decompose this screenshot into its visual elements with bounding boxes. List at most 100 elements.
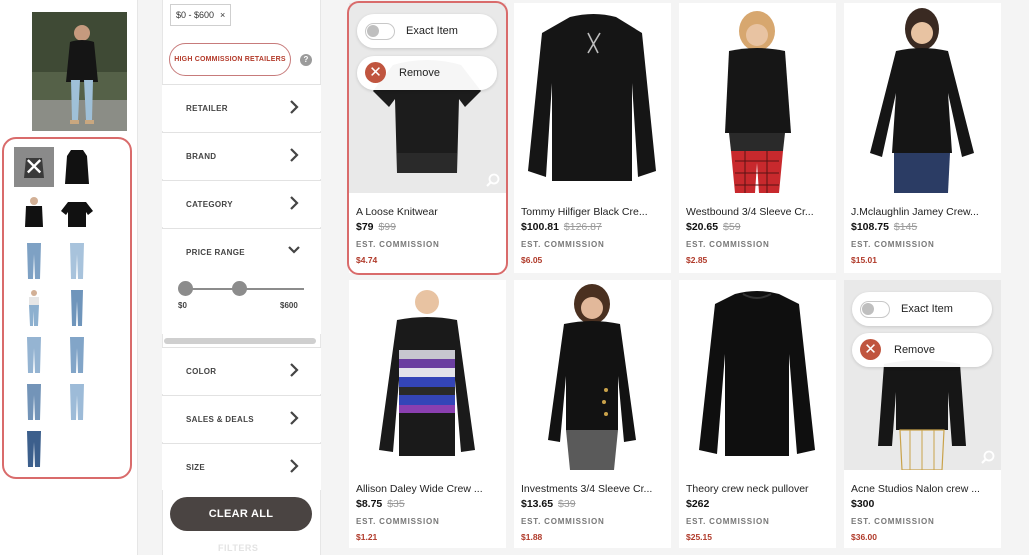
product-name[interactable]: Investments 3/4 Sleeve Cr... [521,483,664,495]
thumbnail-item[interactable] [14,335,54,375]
horizontal-scrollbar[interactable] [164,338,316,344]
thumbnail-item[interactable] [57,382,97,422]
product-price: $300 [851,498,875,510]
est-commission-label: EST. COMMISSION [851,517,935,526]
commission-value: $6.05 [521,255,543,265]
product-image[interactable] [844,3,1001,193]
original-price: $145 [893,221,918,233]
product-name[interactable]: Tommy Hilfiger Black Cre... [521,206,664,218]
price-max-label: $600 [280,301,298,310]
product-image[interactable] [679,280,836,470]
price-line: $300 [851,498,874,510]
original-price: $39 [558,498,576,510]
product-card[interactable]: Allison Daley Wide Crew ... $8.75 $35 ES… [349,280,506,548]
slider-max-handle[interactable] [232,281,247,296]
product-card[interactable]: Exact Item ✕ Remove Acne Studios Nalon c… [844,280,1001,548]
product-price: $100.81 [521,221,559,233]
product-name[interactable]: J.Mclaughlin Jamey Crew... [851,206,994,218]
product-price: $20.65 [686,221,719,233]
product-card[interactable]: Tommy Hilfiger Black Cre... $100.81 $126… [514,3,671,273]
help-icon[interactable]: ? [300,54,312,66]
thumbnail-item[interactable] [57,241,97,281]
thumbnail-item[interactable] [14,288,54,328]
chevron-right-icon [290,411,299,425]
deselect-icon[interactable]: ✕ [24,155,44,179]
filter-row-color[interactable]: COLOR [162,347,321,394]
price-range-slider[interactable]: $0 $600 [162,272,321,334]
thumbnail-selected[interactable]: ✕ [14,147,54,187]
slider-min-handle[interactable] [178,281,193,296]
filter-row-price-range[interactable]: PRICE RANGE [162,228,321,275]
filter-row-sales-deals[interactable]: SALES & DEALS [162,395,321,442]
chevron-right-icon [290,363,299,377]
price-line: $100.81 $126.87 [521,221,602,233]
product-image[interactable] [679,3,836,193]
product-image[interactable] [514,280,671,470]
high-commission-retailers-button[interactable]: HIGH COMMISSION RETAILERS [169,43,291,76]
thumbnail-item[interactable] [57,147,97,187]
filter-label: RETAILER [186,104,228,113]
est-commission-label: EST. COMMISSION [521,517,605,526]
est-commission-label: EST. COMMISSION [686,240,770,249]
price-line: $262 [686,498,709,510]
remove-label: Remove [894,344,935,356]
filter-row-size[interactable]: SIZE [162,443,321,490]
chevron-right-icon [290,100,299,114]
filter-label: SALES & DEALS [186,415,254,424]
filter-row-retailer[interactable]: RETAILER [162,84,321,131]
price-line: $20.65 $59 [686,221,741,233]
thumbnail-item[interactable] [57,288,97,328]
product-card[interactable]: Westbound 3/4 Sleeve Cr... $20.65 $59 ES… [679,3,836,273]
commission-value: $1.21 [356,532,378,542]
remove-pill[interactable]: ✕ Remove [852,333,992,367]
filter-sidebar: $0 - $600 × HIGH COMMISSION RETAILERS ? … [148,0,321,555]
product-price: $8.75 [356,498,383,510]
filter-row-category[interactable]: CATEGORY [162,180,321,227]
filter-label: PRICE RANGE [186,248,245,257]
original-price: $35 [387,498,405,510]
chip-close-icon[interactable]: × [220,5,225,25]
chevron-right-icon [290,148,299,162]
commission-value: $15.01 [851,255,877,265]
commission-value: $2.85 [686,255,708,265]
clear-all-button[interactable]: CLEAR ALL [170,497,312,531]
commission-value: $25.15 [686,532,712,542]
product-price: $108.75 [851,221,889,233]
look-photo[interactable] [32,12,127,131]
thumbnail-item[interactable] [14,382,54,422]
chevron-right-icon [290,196,299,210]
remove-icon[interactable]: ✕ [860,339,881,360]
product-card[interactable]: Investments 3/4 Sleeve Cr... $13.65 $39 … [514,280,671,548]
product-name[interactable]: Theory crew neck pullover [686,483,829,495]
exact-item-label: Exact Item [901,303,953,315]
price-line: $13.65 $39 [521,498,576,510]
thumbnail-item[interactable] [57,335,97,375]
thumbnail-item[interactable] [14,241,54,281]
item-thumbnails-panel: ✕ [2,137,132,479]
product-image[interactable] [349,280,506,470]
price-line: $108.75 $145 [851,221,917,233]
product-name[interactable]: Westbound 3/4 Sleeve Cr... [686,206,829,218]
est-commission-label: EST. COMMISSION [521,240,605,249]
filter-label: CATEGORY [186,200,233,209]
thumbnail-item[interactable] [14,429,54,469]
filter-label: COLOR [186,367,217,376]
product-name[interactable]: Allison Daley Wide Crew ... [356,483,499,495]
exact-item-toggle[interactable] [860,301,890,318]
product-name[interactable]: Acne Studios Nalon crew ... [851,483,994,495]
chip-label: $0 - $600 [176,10,215,20]
product-card[interactable]: J.Mclaughlin Jamey Crew... $108.75 $145 … [844,3,1001,273]
thumbnail-item[interactable] [14,194,54,234]
zoom-icon[interactable] [981,450,995,464]
price-min-label: $0 [178,301,187,310]
product-image[interactable] [514,3,671,193]
toggle-knob [862,303,874,315]
thumbnail-item[interactable] [57,194,97,234]
filter-row-brand[interactable]: BRAND [162,132,321,179]
original-price: $59 [723,221,741,233]
product-card[interactable]: Theory crew neck pullover $262 EST. COMM… [679,280,836,548]
filters-label: FILTERS [218,543,259,553]
price-line: $8.75 $35 [356,498,405,510]
active-filter-chip[interactable]: $0 - $600 × [170,4,232,26]
exact-item-toggle-pill[interactable]: Exact Item [852,292,992,326]
